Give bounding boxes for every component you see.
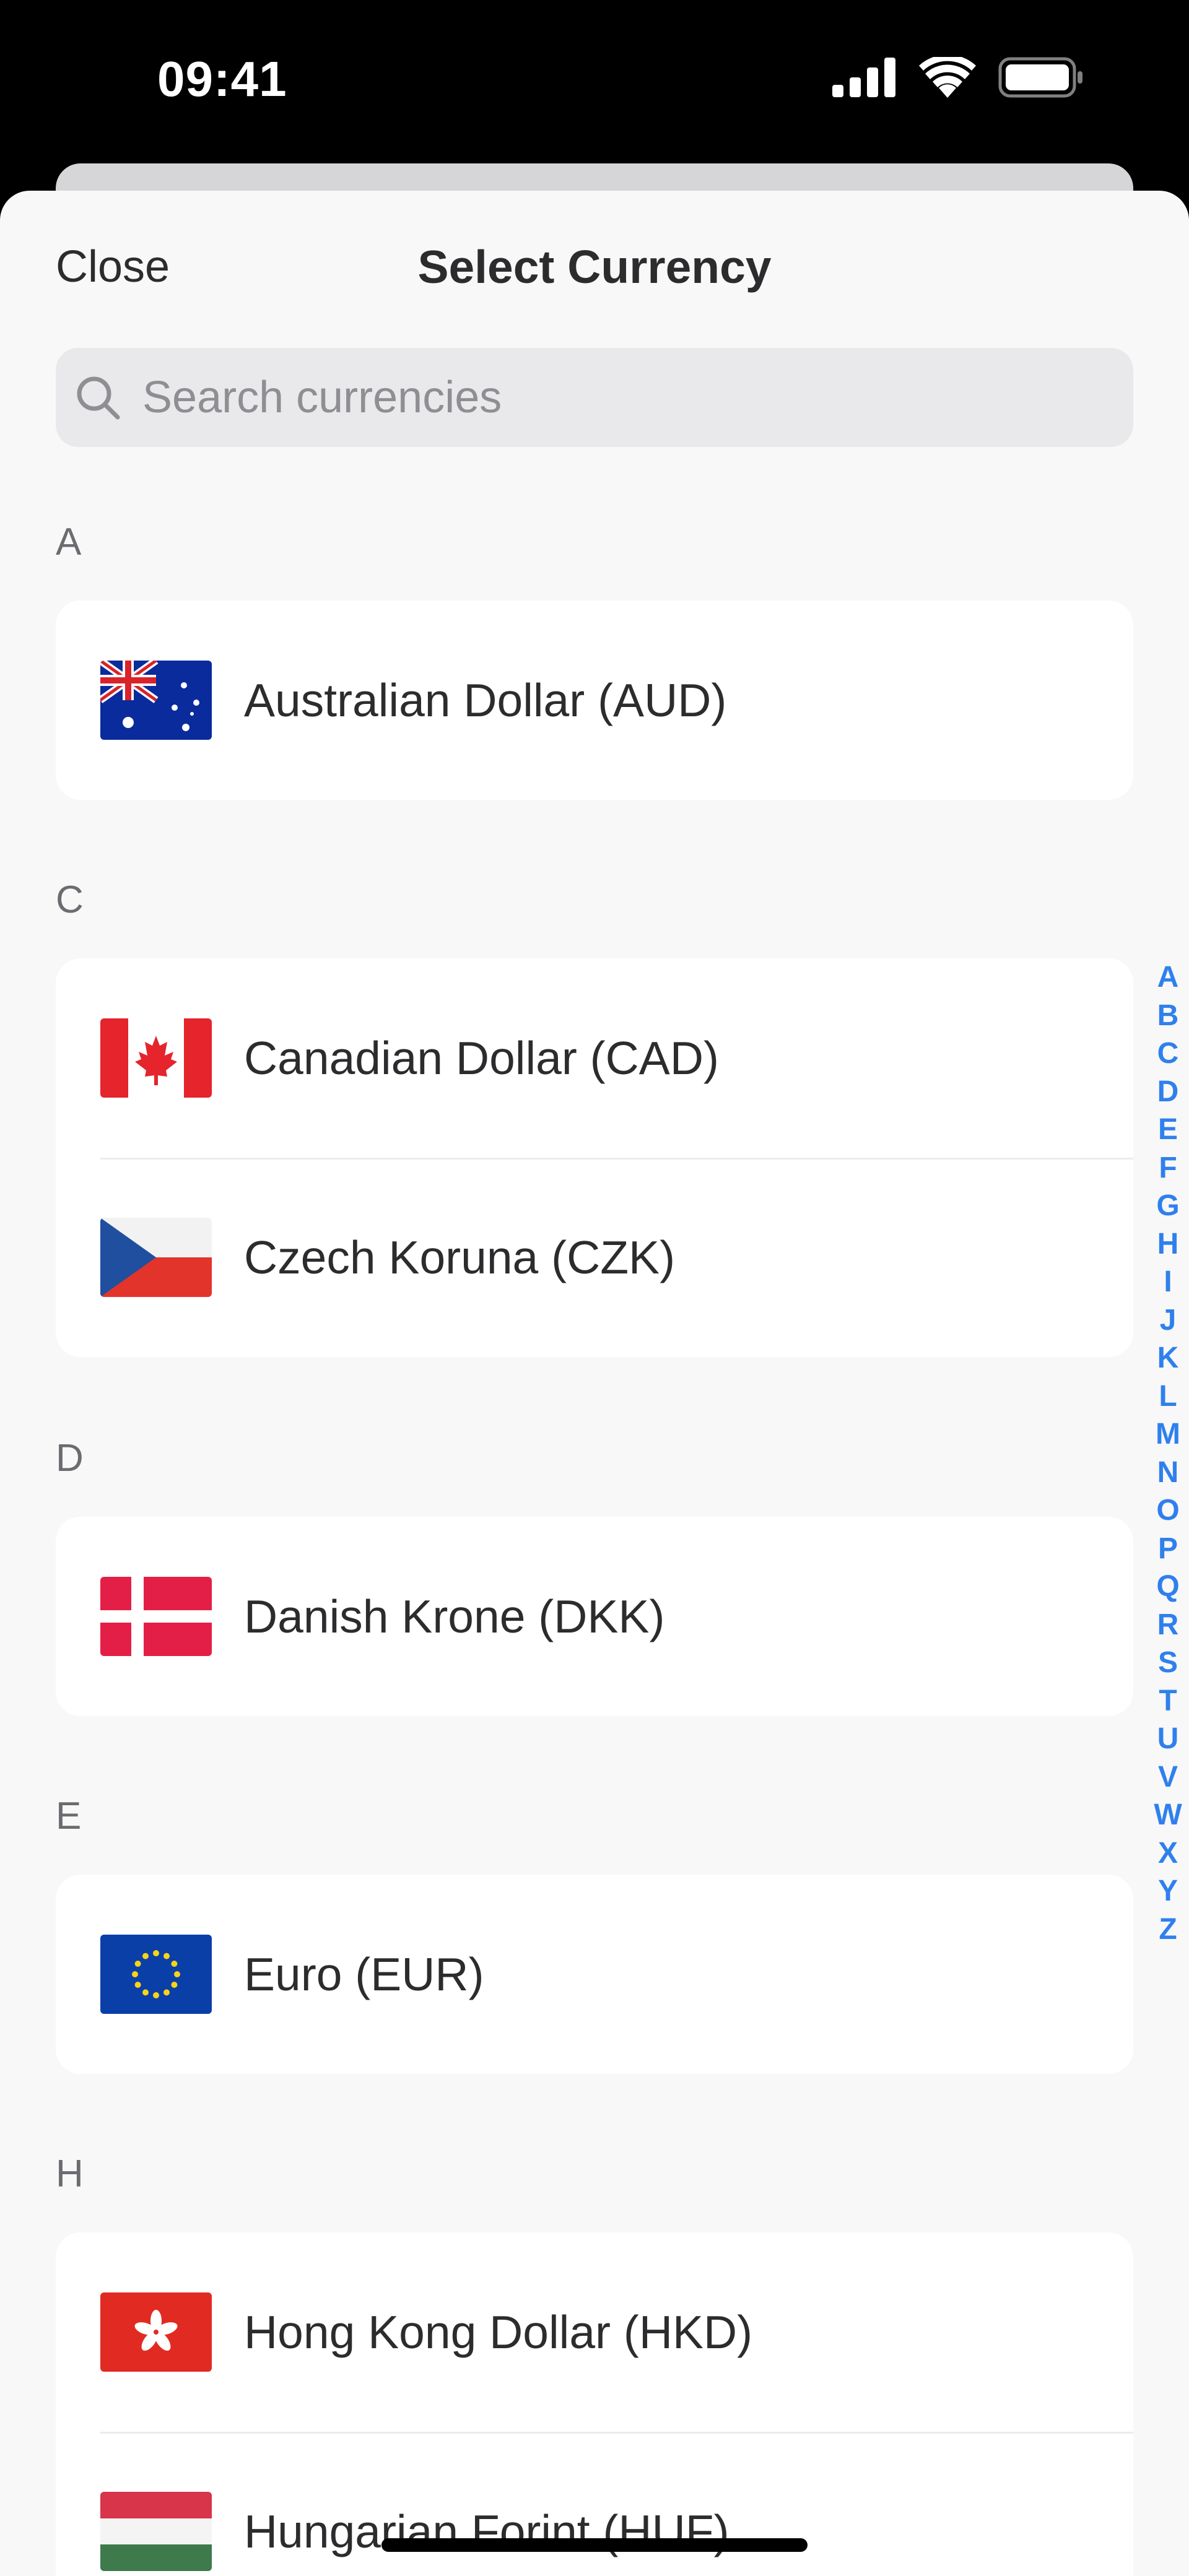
- currency-row-aud[interactable]: Australian Dollar (AUD): [56, 601, 1133, 800]
- section-header-e: E: [56, 1795, 82, 1837]
- section-header-d: D: [56, 1437, 84, 1480]
- alphabet-index-letter[interactable]: D: [1157, 1073, 1179, 1111]
- section-card-e: Euro (EUR): [56, 1875, 1133, 2074]
- alphabet-index-letter[interactable]: C: [1157, 1034, 1179, 1073]
- wifi-icon: [919, 57, 976, 98]
- czech-flag-icon: [100, 1218, 212, 1297]
- hungary-flag-icon: [100, 2492, 212, 2571]
- nav-bar: Close Select Currency: [0, 191, 1189, 345]
- alphabet-index-letter[interactable]: G: [1156, 1187, 1179, 1225]
- battery-icon: [998, 57, 1082, 98]
- alphabet-index-letter[interactable]: P: [1158, 1530, 1178, 1568]
- alphabet-index-letter[interactable]: Y: [1158, 1872, 1178, 1910]
- alphabet-index-letter[interactable]: U: [1157, 1720, 1179, 1758]
- currency-row-cad[interactable]: Canadian Dollar (CAD): [56, 958, 1133, 1158]
- section-header-h: H: [56, 2153, 84, 2195]
- alphabet-index-letter[interactable]: Z: [1159, 1910, 1177, 1949]
- alphabet-index-letter[interactable]: N: [1157, 1454, 1179, 1492]
- section-header-a: A: [56, 521, 82, 563]
- search-icon: [77, 376, 120, 420]
- alphabet-index-letter[interactable]: B: [1157, 997, 1179, 1035]
- page-title: Select Currency: [417, 241, 772, 293]
- canada-flag-icon: [100, 1018, 212, 1098]
- alphabet-index-letter[interactable]: I: [1164, 1263, 1172, 1301]
- alphabet-index-letter[interactable]: V: [1158, 1758, 1178, 1797]
- currency-label: Euro (EUR): [244, 1948, 484, 2000]
- alphabet-index-letter[interactable]: F: [1159, 1149, 1177, 1187]
- alphabet-index-letter[interactable]: T: [1159, 1682, 1177, 1720]
- section-card-a: Australian Dollar (AUD): [56, 601, 1133, 800]
- alphabet-index-letter[interactable]: M: [1156, 1415, 1180, 1454]
- alphabet-index-letter[interactable]: Q: [1156, 1568, 1179, 1606]
- currency-row-hkd[interactable]: Hong Kong Dollar (HKD): [56, 2232, 1133, 2432]
- section-card-c: Canadian Dollar (CAD) Czech Koruna (CZK): [56, 958, 1133, 1357]
- currency-label: Czech Koruna (CZK): [244, 1231, 676, 1283]
- alphabet-index-letter[interactable]: W: [1154, 1796, 1182, 1834]
- hong-kong-flag-icon: [100, 2292, 212, 2372]
- alphabet-index-letter[interactable]: A: [1157, 958, 1179, 997]
- alphabet-index-letter[interactable]: H: [1157, 1225, 1179, 1264]
- currency-label: Danish Krone (DKK): [244, 1590, 665, 1642]
- status-bar: 09:41: [0, 0, 1189, 167]
- currency-row-dkk[interactable]: Danish Krone (DKK): [56, 1517, 1133, 1716]
- section-card-d: Danish Krone (DKK): [56, 1517, 1133, 1716]
- currency-label: Hungarian Forint (HUF): [244, 2505, 730, 2557]
- currency-label: Australian Dollar (AUD): [244, 674, 727, 726]
- currency-row-huf[interactable]: Hungarian Forint (HUF): [56, 2432, 1133, 2576]
- alphabet-index-letter[interactable]: S: [1158, 1644, 1178, 1682]
- section-header-c: C: [56, 878, 84, 921]
- eu-flag-icon: [100, 1935, 212, 2014]
- australia-flag-icon: [100, 661, 212, 740]
- alphabet-index-letter[interactable]: J: [1160, 1301, 1177, 1340]
- home-indicator: [381, 2538, 808, 2552]
- cellular-signal-icon: [832, 58, 895, 97]
- denmark-flag-icon: [100, 1577, 212, 1656]
- alphabet-index-letter[interactable]: E: [1158, 1111, 1178, 1149]
- status-icons: [832, 57, 1084, 98]
- search-input[interactable]: [142, 348, 1108, 447]
- alphabet-index-letter[interactable]: R: [1157, 1606, 1179, 1644]
- currency-sheet: Close Select Currency A: [0, 191, 1189, 2576]
- status-time: 09:41: [157, 51, 287, 106]
- currency-label: Canadian Dollar (CAD): [244, 1032, 719, 1084]
- currency-row-czk[interactable]: Czech Koruna (CZK): [56, 1158, 1133, 1357]
- currency-row-eur[interactable]: Euro (EUR): [56, 1875, 1133, 2074]
- alphabet-index-letter[interactable]: K: [1157, 1339, 1179, 1377]
- alphabet-index[interactable]: ABCDEFGHIJKLMNOPQRSTUVWXYZ: [1153, 958, 1183, 1948]
- section-card-h: Hong Kong Dollar (HKD) Hungarian Forint …: [56, 2232, 1133, 2576]
- alphabet-index-letter[interactable]: L: [1159, 1377, 1177, 1416]
- alphabet-index-letter[interactable]: O: [1156, 1491, 1179, 1530]
- currency-label: Hong Kong Dollar (HKD): [244, 2306, 753, 2358]
- search-bar[interactable]: [56, 348, 1133, 447]
- alphabet-index-letter[interactable]: X: [1158, 1834, 1178, 1873]
